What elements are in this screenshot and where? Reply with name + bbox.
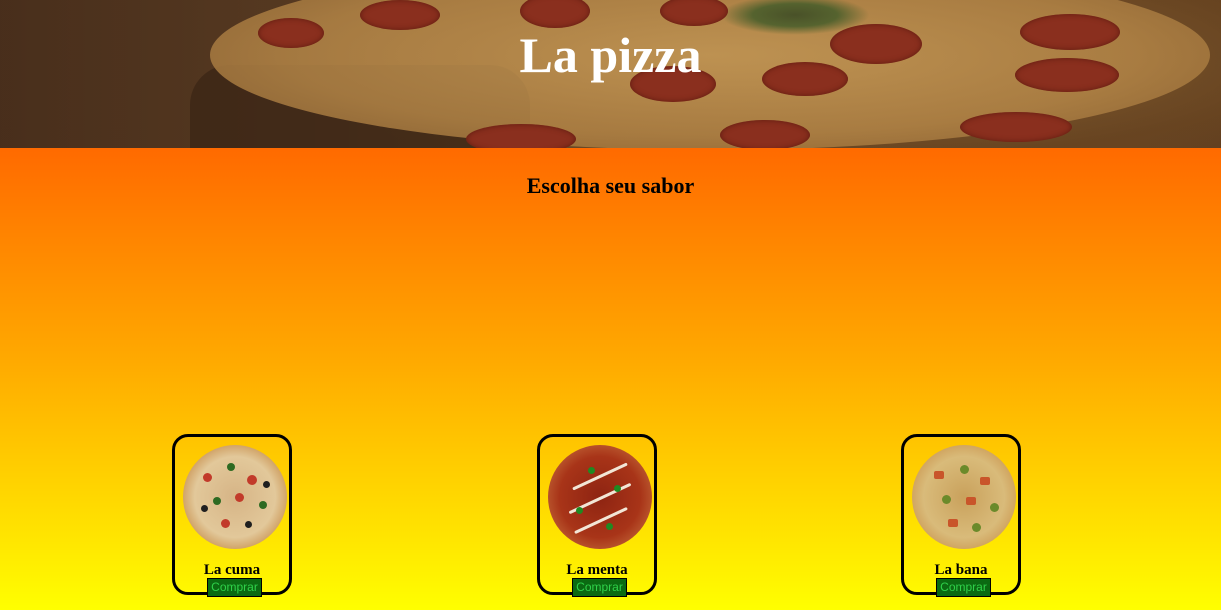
product-name: La menta (566, 562, 628, 578)
product-name: La bana (934, 562, 988, 578)
buy-button[interactable]: Comprar (936, 578, 991, 597)
pepperoni-slice (960, 112, 1072, 142)
pizza-image (912, 445, 1016, 549)
flavors-section: Escolha seu sabor La cuma Comprar La men… (0, 148, 1221, 610)
pepperoni-slice (720, 120, 810, 148)
pepperoni-slice (466, 124, 576, 148)
page-title: La pizza (519, 27, 702, 83)
buy-button[interactable]: Comprar (572, 578, 627, 597)
pizza-image (183, 445, 287, 549)
product-card-la-cuma: La cuma Comprar (172, 434, 292, 597)
product-card-la-bana: La bana Comprar (901, 434, 1021, 597)
section-heading: Escolha seu sabor (526, 173, 695, 198)
product-card-la-menta: La menta Comprar (537, 434, 657, 597)
hero-banner: La pizza (0, 0, 1221, 148)
buy-button[interactable]: Comprar (207, 578, 262, 597)
product-name: La cuma (203, 562, 261, 578)
pizza-image (548, 445, 652, 549)
